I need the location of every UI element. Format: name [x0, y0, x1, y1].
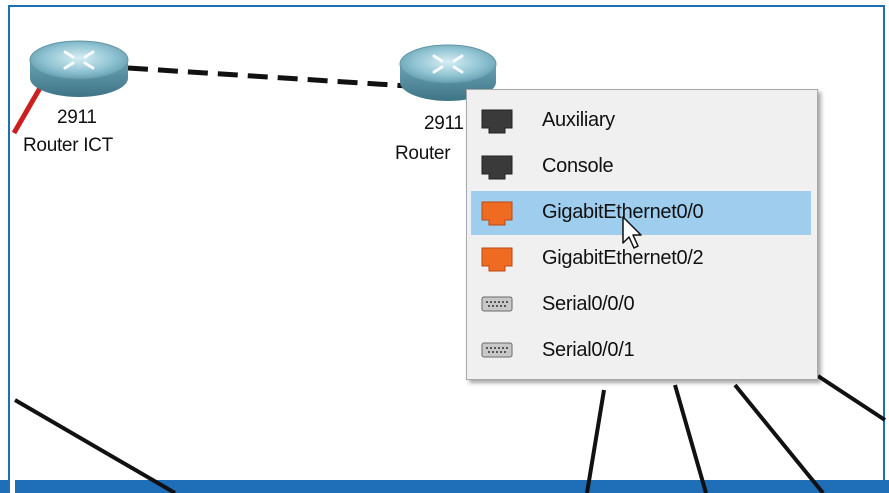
link-down-1[interactable] — [585, 389, 606, 493]
menu-item-label: Serial0/0/1 — [542, 339, 635, 361]
menu-item-label: Console — [542, 155, 614, 177]
link-right[interactable] — [816, 374, 887, 422]
device-model-label: 2911 — [57, 107, 97, 128]
rj45-port-orange-icon — [481, 201, 513, 226]
device-name-label: Router — [395, 143, 451, 164]
rj45-port-orange-icon — [481, 247, 513, 272]
menu-item-label: Serial0/0/0 — [542, 293, 635, 315]
rj45-port-dark-icon — [481, 155, 513, 180]
link-bottom-left[interactable] — [13, 398, 177, 493]
link-down-2[interactable] — [673, 384, 708, 493]
serial-port-icon — [481, 342, 513, 358]
menu-item-serial0-0-0[interactable]: Serial0/0/0 — [471, 283, 811, 327]
mouse-cursor-icon — [622, 216, 642, 249]
menu-item-auxiliary[interactable]: Auxiliary — [471, 99, 811, 143]
menu-item-label: Auxiliary — [542, 109, 615, 131]
link-down-3[interactable] — [733, 383, 825, 493]
menu-item-console[interactable]: Console — [471, 145, 811, 189]
menu-item-serial0-0-1[interactable]: Serial0/0/1 — [471, 329, 811, 373]
dashed-link[interactable] — [127, 65, 409, 89]
red-link[interactable] — [11, 86, 43, 135]
router-icon[interactable] — [29, 40, 129, 97]
serial-port-icon — [481, 296, 513, 312]
device-name-label: Router ICT — [23, 135, 113, 156]
rj45-port-dark-icon — [481, 109, 513, 134]
device-model-label: 2911 — [424, 113, 464, 134]
